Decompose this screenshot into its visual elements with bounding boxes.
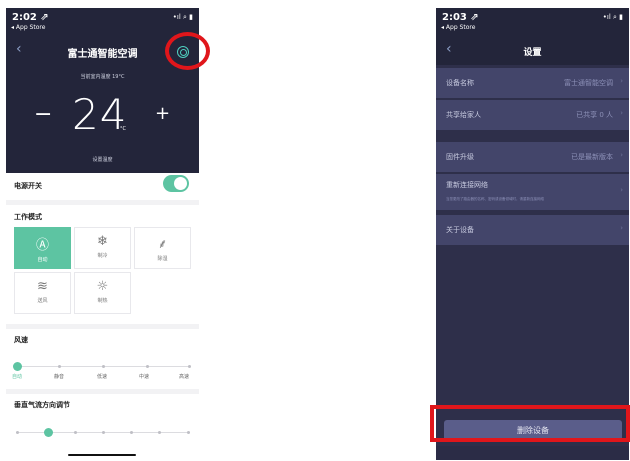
fan-wind-icon: ≋ bbox=[37, 279, 48, 294]
fan-level-medium[interactable]: 中速 bbox=[139, 373, 149, 380]
vertical-airflow-knob[interactable] bbox=[44, 428, 53, 437]
power-switch-label: 电源开关 bbox=[14, 182, 42, 190]
device-settings-screen: 2:03 ⇗ ◂ App Store •ıl ⌕ ▮ ‹ 设置 设备名称 富士通… bbox=[436, 8, 629, 460]
slider-step bbox=[188, 365, 191, 368]
work-mode-title: 工作模式 bbox=[14, 213, 42, 221]
mode-label: 送风 bbox=[37, 298, 48, 304]
chevron-right-icon: › bbox=[620, 186, 623, 194]
slider-step bbox=[16, 431, 19, 434]
fan-level-low[interactable]: 低速 bbox=[97, 373, 107, 380]
snowflake-icon: ❄ bbox=[97, 234, 108, 249]
chevron-right-icon: › bbox=[620, 109, 623, 117]
row-label: 设备名称 bbox=[446, 79, 474, 87]
highlight-rectangle bbox=[430, 405, 630, 442]
system-status-icons: •ıl ⌕ ▮ bbox=[602, 13, 623, 21]
share-family-row[interactable]: 共享给家人 已共享 0 人 › bbox=[436, 100, 629, 130]
highlight-circle bbox=[165, 32, 210, 70]
mode-heat-button[interactable]: ☼ 制热 bbox=[74, 272, 131, 314]
divider bbox=[6, 389, 199, 394]
slider-step bbox=[102, 431, 105, 434]
settings-header: 2:03 ⇗ ◂ App Store •ıl ⌕ ▮ ‹ 设置 bbox=[436, 8, 629, 65]
slider-step bbox=[102, 365, 105, 368]
slider-step bbox=[58, 365, 61, 368]
power-switch-row: 电源开关 bbox=[6, 173, 199, 200]
row-value: 富士通智能空调 bbox=[564, 79, 613, 87]
divider bbox=[6, 200, 199, 205]
slider-step bbox=[130, 431, 133, 434]
dehumidify-icon: ⸙ bbox=[157, 237, 168, 252]
slider-step bbox=[187, 431, 190, 434]
back-to-app-store[interactable]: ◂ App Store bbox=[441, 24, 475, 31]
sun-icon: ☼ bbox=[96, 279, 109, 294]
mode-auto-button[interactable]: Ⓐ 自动 bbox=[14, 227, 71, 269]
mode-label: 制热 bbox=[97, 298, 108, 304]
status-time: 2:02 ⇗ bbox=[12, 12, 49, 23]
auto-mode-icon: Ⓐ bbox=[35, 238, 49, 253]
chevron-right-icon: › bbox=[620, 151, 623, 159]
row-label: 重新连接网络 bbox=[446, 181, 488, 189]
row-label: 关于设备 bbox=[446, 226, 474, 234]
status-time: 2:03 ⇗ bbox=[442, 12, 479, 23]
row-label: 共享给家人 bbox=[446, 111, 481, 119]
slider-step bbox=[158, 431, 161, 434]
room-temperature-text: 当前室内温度 19°C bbox=[80, 74, 125, 80]
fan-speed-knob[interactable] bbox=[13, 362, 22, 371]
vertical-airflow-title: 垂直气流方向调节 bbox=[14, 401, 70, 409]
fan-speed-title: 风速 bbox=[14, 336, 28, 344]
row-hint: 当您更改了路由器的名称、密码或设备领域时，请重新连接网络 bbox=[446, 197, 544, 201]
home-indicator[interactable] bbox=[68, 454, 136, 456]
ac-control-screen: 2:02 ⇗ ◂ App Store •ıl ⌕ ▮ ‹ 富士通智能空调 当前室… bbox=[6, 8, 199, 460]
mode-fan-button[interactable]: ≋ 送风 bbox=[14, 272, 71, 314]
fan-level-quiet[interactable]: 静音 bbox=[54, 373, 64, 380]
device-name-row[interactable]: 设备名称 富士通智能空调 › bbox=[436, 68, 629, 98]
fan-level-auto[interactable]: 自动 bbox=[12, 373, 22, 380]
reconnect-network-row[interactable]: 重新连接网络 当您更改了路由器的名称、密码或设备领域时，请重新连接网络 › bbox=[436, 174, 629, 210]
row-label: 固件升级 bbox=[446, 153, 474, 161]
mode-label: 制冷 bbox=[97, 253, 108, 259]
chevron-right-icon: › bbox=[620, 77, 623, 85]
mode-label: 除湿 bbox=[157, 256, 168, 262]
chevron-right-icon: › bbox=[620, 224, 623, 232]
fan-level-high[interactable]: 高速 bbox=[179, 373, 189, 380]
increase-temp-button[interactable]: + bbox=[155, 103, 170, 124]
slider-step bbox=[74, 431, 77, 434]
page-title: 设置 bbox=[523, 48, 542, 58]
slider-step bbox=[146, 365, 149, 368]
system-status-icons: •ıl ⌕ ▮ bbox=[172, 13, 193, 21]
temperature-unit: °C bbox=[120, 126, 126, 132]
divider bbox=[6, 324, 199, 329]
mode-dry-button[interactable]: ⸙ 除湿 bbox=[134, 227, 191, 269]
set-temperature-label: 设置温度 bbox=[92, 157, 113, 163]
power-toggle[interactable] bbox=[163, 175, 189, 192]
mode-cool-button[interactable]: ❄ 制冷 bbox=[74, 227, 131, 269]
temperature-panel: 2:02 ⇗ ◂ App Store •ıl ⌕ ▮ ‹ 富士通智能空调 当前室… bbox=[6, 8, 199, 173]
row-value: 已是最新版本 bbox=[571, 153, 613, 161]
back-to-app-store[interactable]: ◂ App Store bbox=[11, 24, 45, 31]
about-device-row[interactable]: 关于设备 › bbox=[436, 215, 629, 245]
vertical-airflow-slider[interactable] bbox=[16, 428, 190, 437]
row-value: 已共享 0 人 bbox=[576, 111, 613, 119]
bottom-bar bbox=[436, 446, 629, 460]
firmware-update-row[interactable]: 固件升级 已是最新版本 › bbox=[436, 142, 629, 172]
decrease-temp-button[interactable]: − bbox=[34, 102, 52, 127]
fan-speed-slider[interactable] bbox=[13, 362, 191, 371]
mode-label: 自动 bbox=[37, 257, 48, 263]
